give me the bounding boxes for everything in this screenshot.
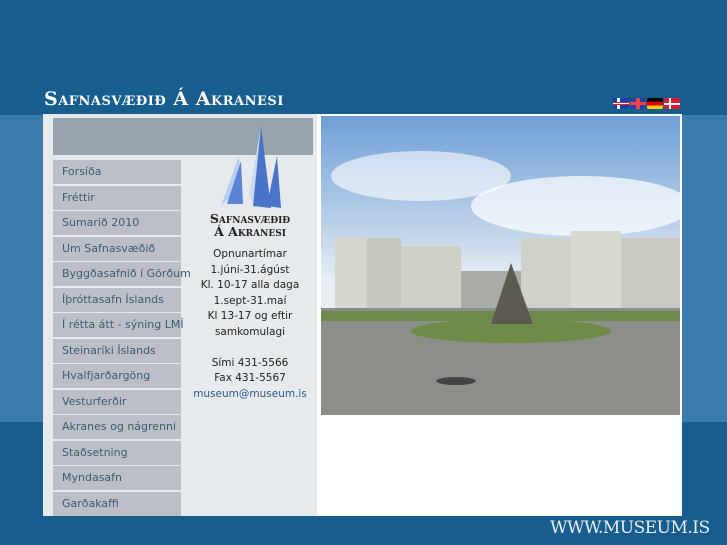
nav-item-myndasafn[interactable]: Myndasafn [53, 466, 181, 490]
info-winter-hours2: samkomulagi [214, 325, 286, 338]
info-heading: Opnunartímar [213, 248, 287, 260]
nav-item-um[interactable]: Um Safnasvæðið [53, 236, 181, 261]
nav-item-sumarid[interactable]: Sumarið 2010 [53, 211, 181, 235]
photo-scene [321, 151, 680, 415]
opening-info: Opnunartímar 1.júni-31.ágúst Kl. 10-17 a… [183, 247, 317, 402]
nav-item-steinariki[interactable]: Steinaríki Íslands [53, 338, 181, 363]
left-column: Forsíða Fréttir Sumarið 2010 Um Safnasvæ… [43, 114, 317, 516]
logo-text: Safnasvæðið Á Akranesi [183, 212, 317, 238]
info-summer: 1.júni-31.ágúst [210, 263, 290, 276]
flag-germany-icon[interactable] [647, 98, 663, 109]
site-title: Safnasvæðið Á Akranesi [44, 88, 284, 110]
phone: Sími 431-5566 [211, 356, 289, 369]
fax: Fax 431-5567 [214, 372, 286, 384]
flag-denmark-icon[interactable] [664, 98, 680, 109]
flag-iceland-icon[interactable] [613, 98, 629, 109]
museum-photo [321, 116, 680, 415]
info-winter: 1.sept-31.maí [213, 294, 287, 307]
flag-uk-icon[interactable] [630, 98, 646, 109]
nav-item-frettir[interactable]: Fréttir [53, 185, 181, 210]
nav-item-akranes[interactable]: Akranes og nágrenni [53, 415, 181, 439]
nav-item-hvalfjardargong[interactable]: Hvalfjarðargöng [53, 364, 181, 388]
language-selector [613, 98, 680, 109]
nav-item-stadsetning[interactable]: Staðsetning [53, 440, 181, 465]
nav-item-forsida[interactable]: Forsíða [53, 160, 181, 184]
logo-line2: Á Akranesi [214, 224, 286, 239]
nav-menu: Forsíða Fréttir Sumarið 2010 Um Safnasvæ… [53, 160, 191, 517]
nav-item-gardakaffi[interactable]: Garðakaffi [53, 491, 181, 516]
nav-item-byggdasafnid[interactable]: Byggðasafnið í Görðum [53, 262, 191, 286]
email-link[interactable]: museum@museum.is [183, 387, 317, 403]
nav-item-vesturferdir[interactable]: Vesturferðir [53, 389, 181, 414]
info-summer-hours: Kl. 10-17 alla daga [200, 279, 300, 291]
footer-url[interactable]: WWW.MUSEUM.IS [550, 518, 710, 538]
nav-item-ithrottasafn[interactable]: Íþróttasafn Íslands [53, 287, 181, 312]
info-winter-hours: Kl 13-17 og eftir [207, 310, 293, 322]
nav-item-i-retta-att[interactable]: Í rétta átt - sýning LMÍ [53, 313, 184, 337]
sails-logo-icon [221, 126, 281, 208]
main-panel: Forsíða Fréttir Sumarið 2010 Um Safnasvæ… [43, 114, 682, 516]
